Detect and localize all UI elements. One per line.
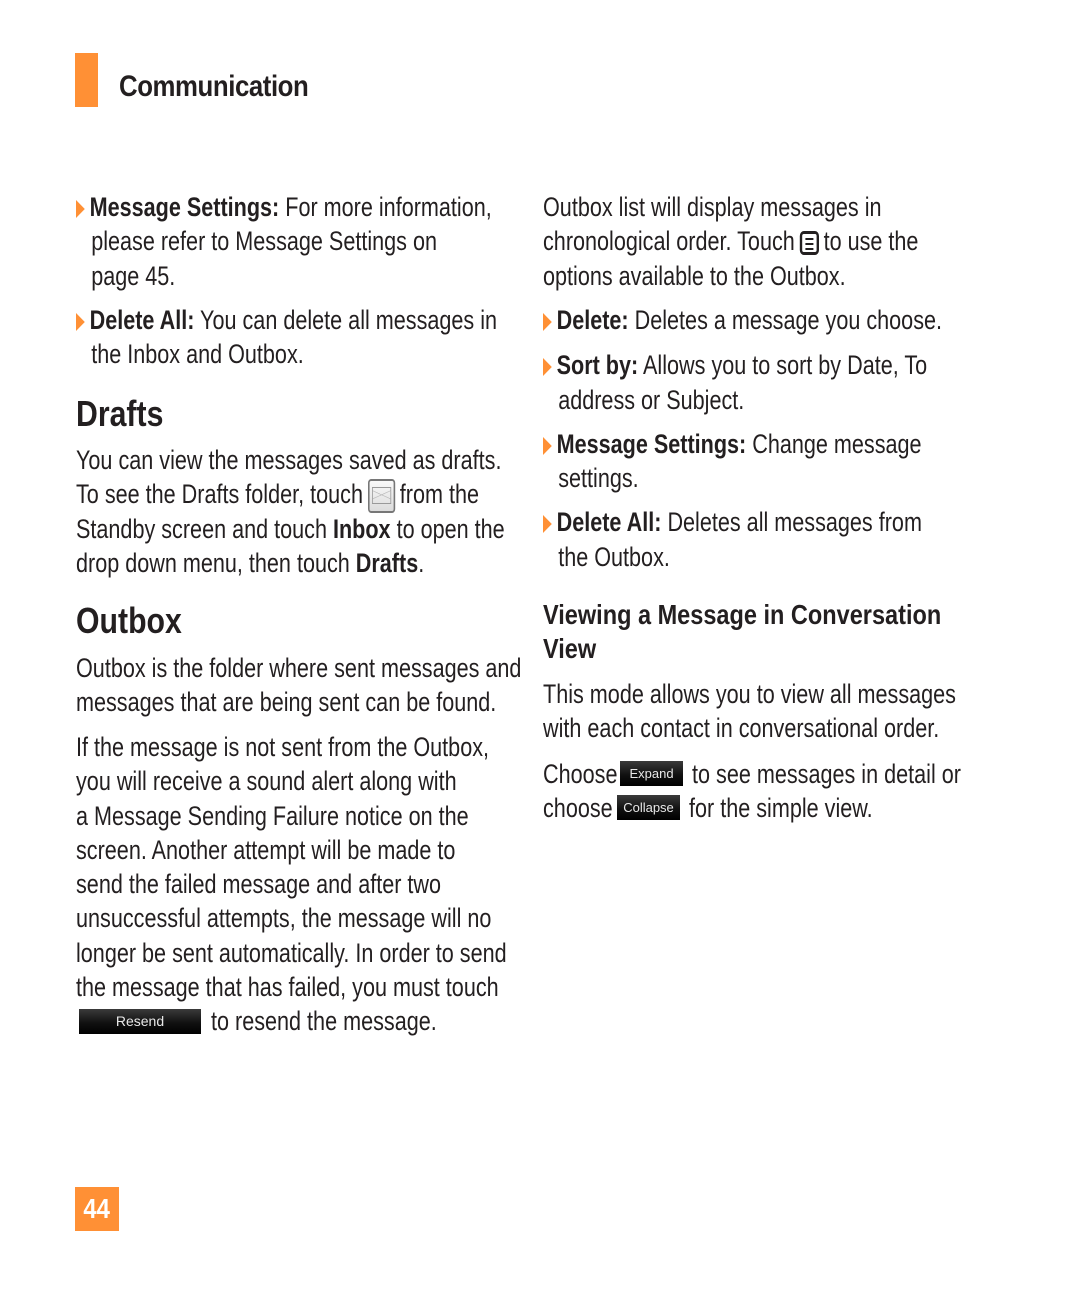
- outbox-heading: Outbox: [76, 600, 182, 641]
- paragraph-line: unsuccessful attempts, the message will …: [76, 903, 492, 934]
- paragraph-text: from the: [399, 479, 479, 510]
- left-column: Message Settings: For more information, …: [76, 190, 596, 371]
- bullet-label: Delete All:: [556, 507, 662, 538]
- paragraph-line: You can view the messages saved as draft…: [76, 445, 502, 475]
- paragraph-line: a Message Sending Failure notice on the: [76, 800, 469, 831]
- paragraph-line: options available to the Outbox.: [543, 260, 846, 291]
- paragraph-line: If the message is not sent from the Outb…: [76, 732, 490, 762]
- paragraph-text: to use the: [823, 226, 919, 257]
- bullet-arrow-icon: [76, 200, 85, 218]
- page-number-badge: 44: [75, 1187, 119, 1231]
- bullet-label: Message Settings:: [89, 192, 280, 222]
- bullet-item: Sort by: Allows you to sort by Date, To …: [543, 348, 959, 417]
- paragraph-line: longer be sent automatically. In order t…: [76, 937, 507, 968]
- choose-collapse-after: for the simple view.: [689, 793, 873, 823]
- bullet-label: Delete:: [556, 305, 629, 335]
- bullet-label: Sort by:: [556, 350, 639, 381]
- heading-line: View: [543, 633, 597, 664]
- paragraph-text: To see the Drafts folder, touch: [76, 479, 363, 510]
- bullet-arrow-icon: [76, 312, 85, 331]
- conversation-paragraph: This mode allows you to view all message…: [543, 677, 1063, 746]
- choose-expand-line: Choose: [543, 757, 617, 791]
- paragraph-text: drop down menu, then touch: [76, 547, 356, 578]
- bullet-item: Delete All: Deletes all messages from th…: [543, 505, 959, 574]
- bullet-item: Delete: Deletes a message you choose.: [543, 303, 959, 337]
- paragraph-line: This mode allows you to view all message…: [543, 679, 956, 709]
- choose-expand-after: to see messages in detail or: [692, 759, 961, 789]
- choose-collapse-line: choose: [543, 791, 613, 825]
- bullet-label: Delete All:: [89, 304, 195, 335]
- bullet-text: the Inbox and Outbox.: [91, 339, 304, 370]
- resend-instruction: to resend the message.: [211, 1006, 437, 1036]
- inbox-term: Inbox: [332, 513, 391, 544]
- paragraph-text: to open the: [390, 513, 505, 544]
- paragraph-line: with each contact in conversational orde…: [543, 713, 940, 744]
- outbox-options-list: Delete: Deletes a message you choose. So…: [543, 303, 1063, 574]
- collapse-button[interactable]: Collapse: [617, 795, 680, 820]
- bullet-text: settings.: [558, 463, 639, 494]
- section-marker: [75, 53, 98, 107]
- paragraph-line: Outbox is the folder where sent messages…: [76, 653, 522, 683]
- outbox-paragraph-2: If the message is not sent from the Outb…: [76, 730, 596, 1004]
- paragraph-line: send the failed message and after two: [76, 869, 442, 900]
- bullet-arrow-icon: [543, 515, 552, 534]
- paragraph-line: you will receive a sound alert along wit…: [76, 766, 457, 797]
- conversation-heading: Viewing a Message in Conversation View: [543, 598, 941, 666]
- paragraph-text: Choose: [543, 759, 618, 789]
- paragraph-text: .: [418, 547, 425, 578]
- drafts-term: Drafts: [355, 547, 419, 578]
- paragraph-line: messages that are being sent can be foun…: [76, 687, 497, 718]
- expand-button[interactable]: Expand: [620, 761, 683, 786]
- section-title: Communication: [119, 70, 309, 103]
- bullet-text: please refer to Message Settings on: [91, 226, 438, 257]
- bullet-arrow-icon: [543, 313, 552, 331]
- bullet-text: Deletes a message you choose.: [628, 305, 943, 335]
- drafts-heading: Drafts: [76, 393, 164, 434]
- bullet-text: page 45.: [91, 260, 176, 291]
- paragraph-text: Standby screen and touch: [76, 513, 333, 544]
- resend-button[interactable]: Resend: [79, 1009, 201, 1034]
- bullet-text: You can delete all messages in: [194, 304, 498, 335]
- bullet-text: Change message: [746, 428, 922, 459]
- bullet-label: Message Settings:: [556, 428, 747, 459]
- bullet-item: Message Settings: Change message setting…: [543, 427, 959, 496]
- paragraph-text: choose: [543, 793, 613, 823]
- heading-line: Viewing a Message in Conversation: [543, 599, 942, 630]
- page-number: 44: [83, 1193, 111, 1224]
- outbox-paragraph-1: Outbox is the folder where sent messages…: [76, 651, 596, 720]
- bullet-arrow-icon: [543, 436, 552, 455]
- paragraph-line: Outbox list will display messages in: [543, 192, 882, 222]
- bullet-item: Message Settings: For more information, …: [76, 190, 492, 293]
- bullet-text: For more information,: [279, 192, 492, 222]
- paragraph-line: screen. Another attempt will be made to: [76, 834, 456, 865]
- envelope-icon: [367, 479, 395, 514]
- bullet-text: Deletes all messages from: [661, 507, 922, 538]
- menu-icon: [799, 231, 819, 256]
- drafts-paragraph: You can view the messages saved as draft…: [76, 443, 596, 580]
- paragraph-text: chronological order. Touch: [543, 226, 795, 257]
- bullet-arrow-icon: [543, 358, 552, 377]
- bullet-item: Delete All: You can delete all messages …: [76, 303, 497, 372]
- right-column-intro: Outbox list will display messages in chr…: [543, 190, 1063, 293]
- bullet-text: the Outbox.: [558, 541, 670, 572]
- bullet-text: Allows you to sort by Date, To: [638, 350, 928, 381]
- bullet-text: address or Subject.: [558, 384, 745, 415]
- paragraph-line: the message that has failed, you must to…: [76, 972, 499, 1003]
